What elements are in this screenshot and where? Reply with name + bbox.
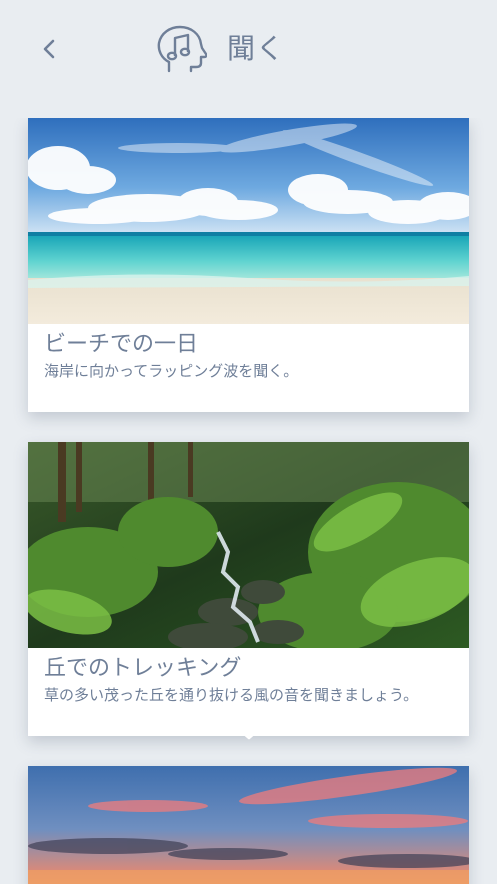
head-music-note-icon (157, 25, 207, 73)
sound-card-beach[interactable]: ビーチでの一日 海岸に向かってラッピング波を聞く。 (28, 118, 469, 412)
sound-card-trekking[interactable]: 丘でのトレッキング 草の多い茂った丘を通り抜ける風の音を聞きましょう。 (28, 442, 469, 736)
sound-card-sunset[interactable] (28, 766, 469, 884)
beach-image (28, 118, 469, 324)
sunset-sky-image (28, 766, 469, 884)
card-title: 丘でのトレッキング (44, 656, 242, 681)
app-header: 聞く (0, 0, 497, 118)
page-title: 聞く (227, 32, 286, 65)
chevron-down-icon[interactable] (230, 718, 268, 744)
card-description: 海岸に向かってラッピング波を聞く。 (44, 362, 299, 380)
forest-waterfall-image (28, 442, 469, 648)
card-description: 草の多い茂った丘を通り抜ける風の音を聞きましょう。 (44, 686, 419, 704)
card-title: ビーチでの一日 (44, 332, 199, 357)
chevron-left-icon[interactable] (36, 33, 64, 65)
sound-list[interactable]: ビーチでの一日 海岸に向かってラッピング波を聞く。 丘でのトレッキング 草の多い… (0, 118, 497, 884)
